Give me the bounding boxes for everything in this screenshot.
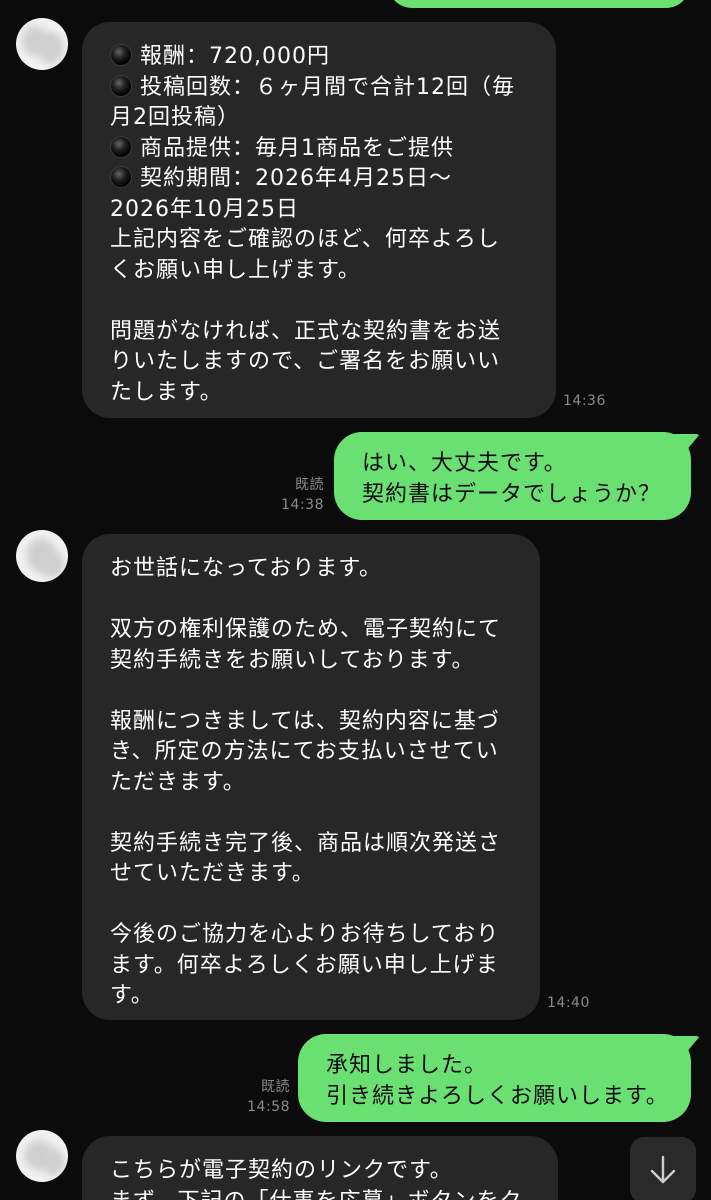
message-line: き、所定の方法にてお支払いさせてい bbox=[110, 739, 499, 764]
message-line: 報酬につきましては、契約内容に基づ bbox=[110, 708, 500, 734]
message-line: りいたしますので、ご署名をお願いい bbox=[110, 349, 501, 374]
message-line: 契約手続きをお願いしております。 bbox=[110, 647, 475, 673]
message-line: 契約書はデータでしょうか？ bbox=[362, 481, 662, 507]
message-timestamp: 14:58 bbox=[247, 1099, 290, 1115]
message-line: 引き続きよろしくお願いします。 bbox=[326, 1083, 669, 1109]
message-line: 双方の権利保護のため、電子契約にて bbox=[110, 617, 502, 642]
outgoing-message[interactable]: 承知しました。 引き続きよろしくお願いします。 bbox=[298, 1034, 691, 1122]
message-timestamp: 14:38 bbox=[281, 497, 324, 513]
black-circle-icon bbox=[110, 44, 132, 66]
message-line: 今後のご協力を心よりお待ちしており bbox=[110, 922, 500, 947]
incoming-message[interactable]: 報酬：720,000円 投稿回数：６ヶ月間で合計12回（毎 月2回投稿） 商品提… bbox=[82, 22, 556, 418]
message-gap bbox=[110, 890, 514, 921]
outgoing-bubble-partial[interactable] bbox=[388, 0, 690, 8]
message-line: お世話になっております。 bbox=[110, 556, 383, 581]
scroll-to-bottom-button[interactable] bbox=[630, 1137, 696, 1200]
message-timestamp: 14:36 bbox=[563, 393, 606, 409]
outgoing-message[interactable]: はい、大丈夫です。 契約書はデータでしょうか？ bbox=[334, 432, 691, 520]
message-gap bbox=[110, 286, 530, 317]
message-line: ただきます。 bbox=[110, 769, 246, 795]
message-line: まず、下記の「仕事を応募」ボタンをク bbox=[110, 1187, 532, 1200]
message-gap bbox=[110, 798, 514, 829]
black-circle-icon bbox=[110, 166, 132, 188]
read-receipt: 既読 bbox=[295, 477, 324, 493]
message-line: 2026年10月25日 bbox=[110, 196, 299, 222]
read-receipt: 既読 bbox=[261, 1079, 290, 1095]
message-line: 投稿回数：６ヶ月間で合計12回（毎 bbox=[110, 73, 530, 104]
message-line: はい、大丈夫です。 bbox=[362, 451, 567, 476]
message-line: す。 bbox=[110, 983, 154, 1008]
message-line: 商品提供：毎月1商品をご提供 bbox=[110, 134, 530, 165]
contact-avatar[interactable] bbox=[16, 530, 68, 582]
message-timestamp: 14:40 bbox=[547, 995, 590, 1011]
message-line: せていただきます。 bbox=[110, 861, 315, 886]
contact-avatar[interactable] bbox=[16, 1130, 68, 1182]
message-line: たします。 bbox=[110, 379, 223, 405]
arrow-down-icon bbox=[650, 1155, 676, 1184]
message-line: こちらが電子契約のリンクです。 bbox=[110, 1158, 453, 1183]
message-line: 月2回投稿） bbox=[110, 105, 240, 130]
contact-avatar[interactable] bbox=[16, 18, 68, 70]
black-circle-icon bbox=[110, 135, 132, 158]
message-gap bbox=[110, 585, 514, 616]
message-line: 報酬：720,000円 bbox=[110, 42, 530, 73]
message-line: 承知しました。 bbox=[326, 1053, 488, 1078]
black-circle-icon bbox=[110, 74, 132, 97]
chat-thread[interactable]: 報酬：720,000円 投稿回数：６ヶ月間で合計12回（毎 月2回投稿） 商品提… bbox=[0, 0, 711, 1200]
message-gap bbox=[110, 676, 514, 707]
message-line: 問題がなければ、正式な契約書をお送 bbox=[110, 318, 502, 344]
incoming-message[interactable]: こちらが電子契約のリンクです。 まず、下記の「仕事を応募」ボタンをク bbox=[82, 1136, 558, 1200]
message-line: 契約期間：2026年4月25日〜 bbox=[110, 164, 530, 195]
message-line: 上記内容をご確認のほど、何卒よろし bbox=[110, 227, 500, 252]
message-line: くお願い申し上げます。 bbox=[110, 257, 361, 283]
message-line: ます。何卒よろしくお願い申し上げま bbox=[110, 952, 499, 978]
message-line: 契約手続き完了後、商品は順次発送さ bbox=[110, 830, 502, 856]
incoming-message[interactable]: お世話になっております。 双方の権利保護のため、電子契約にて 契約手続きをお願い… bbox=[82, 534, 540, 1020]
